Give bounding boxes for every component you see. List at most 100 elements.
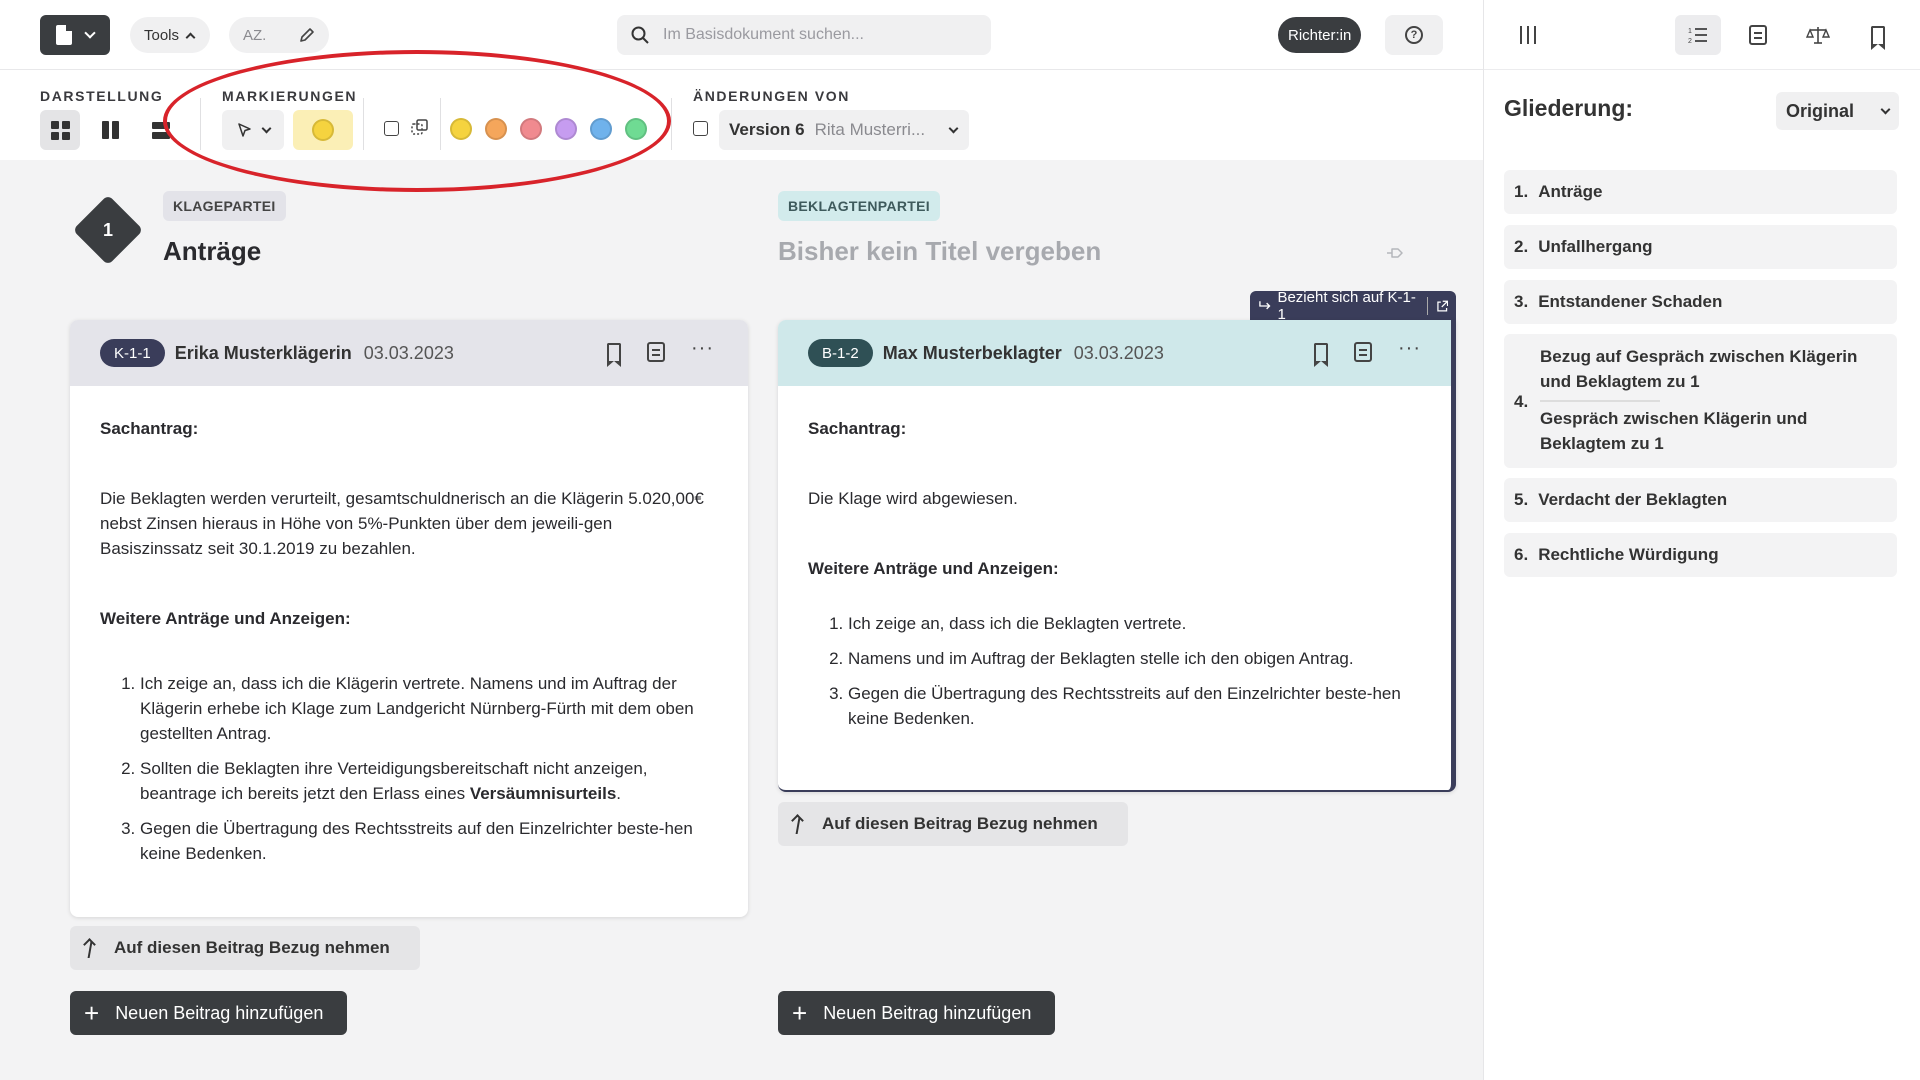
tab-judgment[interactable] [1795, 15, 1841, 55]
darstellung-label: DARSTELLUNG [40, 88, 164, 104]
tab-bookmarks[interactable] [1855, 15, 1901, 55]
external-link-icon[interactable] [1436, 300, 1449, 313]
cursor-tool-button[interactable] [222, 110, 284, 150]
list-item: Ich zeige an, dass ich die Klägerin vert… [140, 671, 718, 746]
divider [200, 98, 201, 150]
author-name: Erika Musterklägerin [174, 342, 352, 363]
contribution-id: B-1-2 [808, 339, 873, 367]
document-menu-button[interactable] [40, 15, 110, 55]
changes-checkbox[interactable] [693, 121, 708, 136]
reference-tag[interactable]: Bezieht sich auf K-1-1 [1250, 289, 1456, 323]
active-highlight-button[interactable] [293, 110, 353, 150]
help-button[interactable]: ? [1385, 15, 1443, 55]
outline-select-value: Original [1786, 100, 1855, 121]
more-icon[interactable]: ··· [1398, 338, 1421, 358]
select-box-icon[interactable] [384, 121, 399, 136]
tools-label: Tools [144, 26, 180, 44]
bookmark-icon[interactable] [1314, 343, 1329, 367]
chevron-down-icon [261, 123, 271, 133]
numbered-list-icon: 12 [1688, 28, 1707, 44]
reference-contribution-button[interactable]: Auf diesen Beitrag Bezug nehmen [70, 926, 420, 970]
outline-item-4-changed: Gespräch zwischen Klägerin und Beklagtem… [1540, 409, 1808, 453]
tab-outline[interactable]: 12 [1675, 15, 1721, 55]
pencil-icon[interactable] [299, 27, 315, 43]
scales-icon [1806, 27, 1830, 44]
tools-button[interactable]: Tools [130, 17, 210, 53]
reply-arrow-icon [1259, 301, 1271, 310]
contribution-date: 03.03.2023 [1073, 342, 1164, 363]
further-requests-heading: Weitere Anträge und Anzeigen: [100, 609, 351, 628]
card-body[interactable]: Sachantrag: Die Klage wird abgewiesen. W… [778, 386, 1451, 731]
highlight-orange-button[interactable] [485, 118, 507, 140]
reference-contribution-button[interactable]: Auf diesen Beitrag Bezug nehmen [778, 802, 1128, 846]
add-button-label: Neuen Beitrag hinzufügen [823, 1002, 1032, 1023]
chevron-down-icon [84, 27, 96, 39]
document-icon [56, 25, 72, 45]
sidebar-toolbar: 12 [1484, 0, 1920, 70]
highlight-yellow-button[interactable] [450, 118, 472, 140]
klagepartei-title[interactable]: Anträge [163, 236, 261, 267]
more-icon[interactable]: ··· [691, 338, 714, 358]
list-item: Ich zeige an, dass ich die Beklagten ver… [848, 611, 1421, 636]
plus-icon: + [84, 998, 100, 1028]
search-bar [617, 15, 991, 55]
contribution-card-k-1-1: K-1-1 Erika Musterklägerin 03.03.2023 ··… [70, 320, 748, 917]
top-bar: Tools AZ. Richter:in ? [0, 0, 1483, 70]
requests-list: Ich zeige an, dass ich die Beklagten ver… [808, 611, 1421, 731]
svg-text:2: 2 [1688, 38, 1692, 44]
az-field[interactable]: AZ. [229, 17, 329, 53]
card-body[interactable]: Sachantrag: Die Beklagten werden verurte… [70, 386, 748, 866]
version-select[interactable]: Version 6 Rita Musterri... [719, 110, 969, 150]
highlight-purple-button[interactable] [555, 118, 577, 140]
select-multiple-icon[interactable] [411, 119, 429, 137]
card-header: B-1-2 Max Musterbeklagter 03.03.2023 ··· [778, 320, 1451, 386]
bookmark-icon[interactable] [607, 343, 622, 367]
highlight-red-button[interactable] [520, 118, 542, 140]
sachantrag-text: Die Klage wird abgewiesen. [808, 489, 1018, 508]
chevron-down-icon [948, 123, 959, 133]
divider [440, 98, 441, 150]
add-contribution-button[interactable]: + Neuen Beitrag hinzufügen [778, 991, 1055, 1035]
outline-item-5[interactable]: 5. Verdacht der Beklagten [1504, 478, 1897, 522]
view-grid-button[interactable] [40, 110, 80, 150]
contribution-date: 03.03.2023 [363, 342, 454, 363]
tab-notes[interactable] [1735, 15, 1781, 55]
view-toolbar: DARSTELLUNG MARKIERUNGEN ÄNDERUNGEN VON … [0, 70, 1483, 160]
reference-arrow-icon [84, 938, 100, 958]
list-item: Namens und im Auftrag der Beklagten stel… [848, 646, 1421, 671]
reference-button-label: Auf diesen Beitrag Bezug nehmen [114, 938, 390, 957]
outline-version-select[interactable]: Original [1776, 92, 1899, 130]
plus-icon: + [792, 998, 808, 1028]
sidebar-toggle-icon[interactable] [1520, 26, 1536, 44]
list-item: Sollten die Beklagten ihre Verteidigungs… [140, 756, 718, 806]
beklagtenpartei-title[interactable]: Bisher kein Titel vergeben [778, 236, 1101, 267]
add-contribution-button[interactable]: + Neuen Beitrag hinzufügen [70, 991, 347, 1035]
notes-icon[interactable] [1354, 342, 1373, 362]
outline-item-1[interactable]: 1. Anträge [1504, 170, 1897, 214]
role-badge[interactable]: Richter:in [1278, 17, 1362, 53]
view-columns-button[interactable] [90, 110, 130, 150]
pin-icon[interactable] [1386, 246, 1404, 260]
contribution-id: K-1-1 [100, 339, 165, 367]
list-item: Gegen die Übertragung des Rechtsstreits … [140, 816, 718, 866]
reference-tag-label: Bezieht sich auf K-1-1 [1277, 289, 1416, 323]
outline-item-6[interactable]: 6. Rechtliche Würdigung [1504, 533, 1897, 577]
section-number: 1 [102, 219, 113, 240]
search-icon [631, 26, 649, 44]
outline-item-2[interactable]: 2. Unfallhergang [1504, 225, 1897, 269]
further-requests-heading: Weitere Anträge und Anzeigen: [808, 559, 1059, 578]
outline-item-4-original: Bezug auf Gespräch zwischen Klägerin und… [1540, 347, 1858, 391]
aenderungen-label: ÄNDERUNGEN VON [693, 88, 850, 104]
outline-item-3[interactable]: 3. Entstandener Schaden [1504, 280, 1897, 324]
highlight-green-button[interactable] [625, 118, 647, 140]
sachantrag-text: Die Beklagten werden verurteilt, gesamts… [100, 489, 704, 558]
rows-icon [152, 121, 170, 139]
notes-icon[interactable] [647, 342, 666, 362]
add-button-label: Neuen Beitrag hinzufügen [115, 1002, 324, 1023]
svg-text:1: 1 [1688, 28, 1692, 35]
chevron-down-icon [1880, 104, 1891, 114]
highlight-blue-button[interactable] [590, 118, 612, 140]
view-rows-button[interactable] [140, 110, 170, 150]
outline-item-4[interactable]: 4. Bezug auf Gespräch zwischen Klägerin … [1504, 334, 1897, 468]
search-input[interactable] [663, 26, 963, 44]
